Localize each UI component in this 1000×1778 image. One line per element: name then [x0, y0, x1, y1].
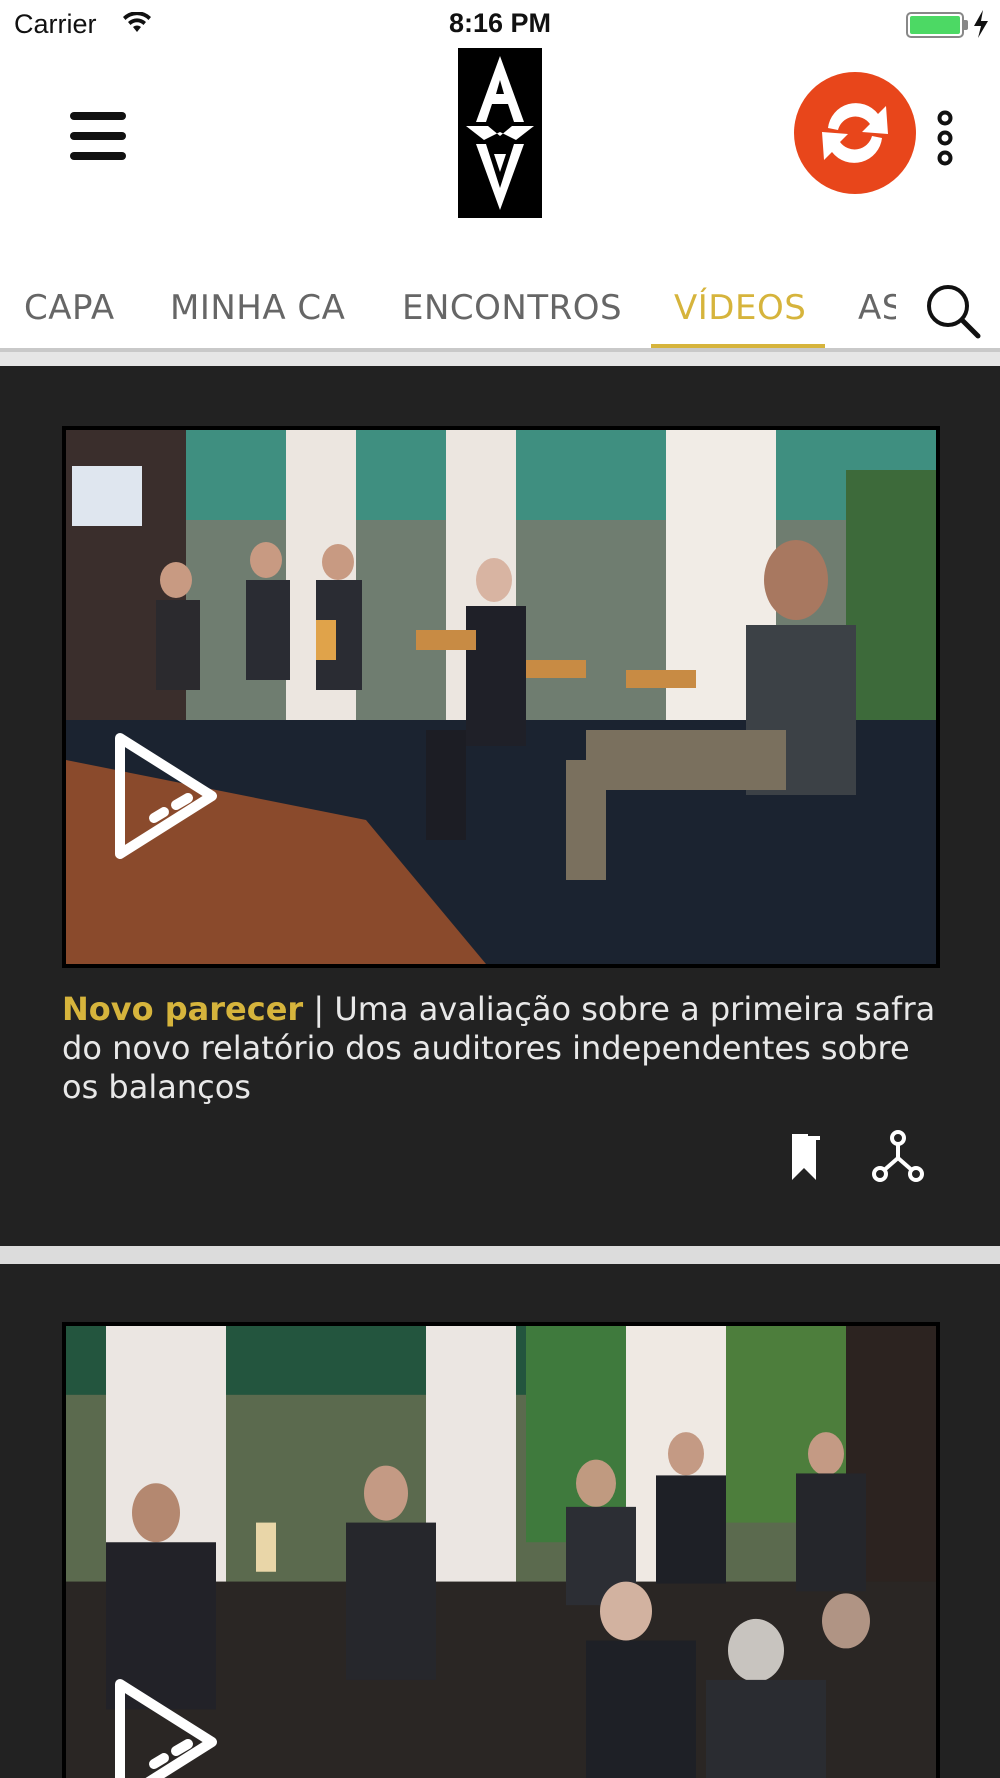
- play-icon[interactable]: [106, 726, 226, 866]
- sync-icon[interactable]: [794, 72, 916, 194]
- share-icon[interactable]: [872, 1130, 924, 1182]
- video-thumbnail[interactable]: [62, 1322, 940, 1778]
- headline-separator: |: [303, 990, 335, 1028]
- hamburger-menu-icon[interactable]: [66, 112, 130, 164]
- tab-encontros[interactable]: ENCONTROS: [402, 288, 622, 328]
- av-logo-icon: [458, 48, 542, 218]
- video-card: Novo parecer | Uma avaliação sobre a pri…: [0, 366, 1000, 1246]
- tab-capa[interactable]: CAPA: [24, 288, 115, 328]
- tab-videos[interactable]: VÍDEOS: [674, 288, 806, 328]
- status-bar: Carrier 8:16 PM: [0, 0, 1000, 48]
- battery-icon: [906, 12, 964, 38]
- video-card: [0, 1264, 1000, 1778]
- bolt-icon: [974, 10, 988, 38]
- video-thumbnail[interactable]: [62, 426, 940, 968]
- search-icon[interactable]: [924, 282, 982, 340]
- vertical-ellipsis-icon[interactable]: [930, 110, 960, 166]
- status-time: 8:16 PM: [448, 8, 552, 38]
- play-icon[interactable]: [106, 1672, 226, 1778]
- section-tabs: CAPA MINHA CA ENCONTROS VÍDEOS AS: [0, 258, 1000, 352]
- tab-minha-ca[interactable]: MINHA CA: [170, 288, 345, 328]
- panel-photo: [66, 430, 936, 964]
- video-headline[interactable]: Novo parecer | Uma avaliação sobre a pri…: [62, 990, 942, 1107]
- active-tab-indicator: [651, 344, 825, 348]
- app-header: [0, 48, 1000, 258]
- bookmark-icon[interactable]: [786, 1130, 822, 1182]
- video-kicker: Novo parecer: [62, 990, 304, 1028]
